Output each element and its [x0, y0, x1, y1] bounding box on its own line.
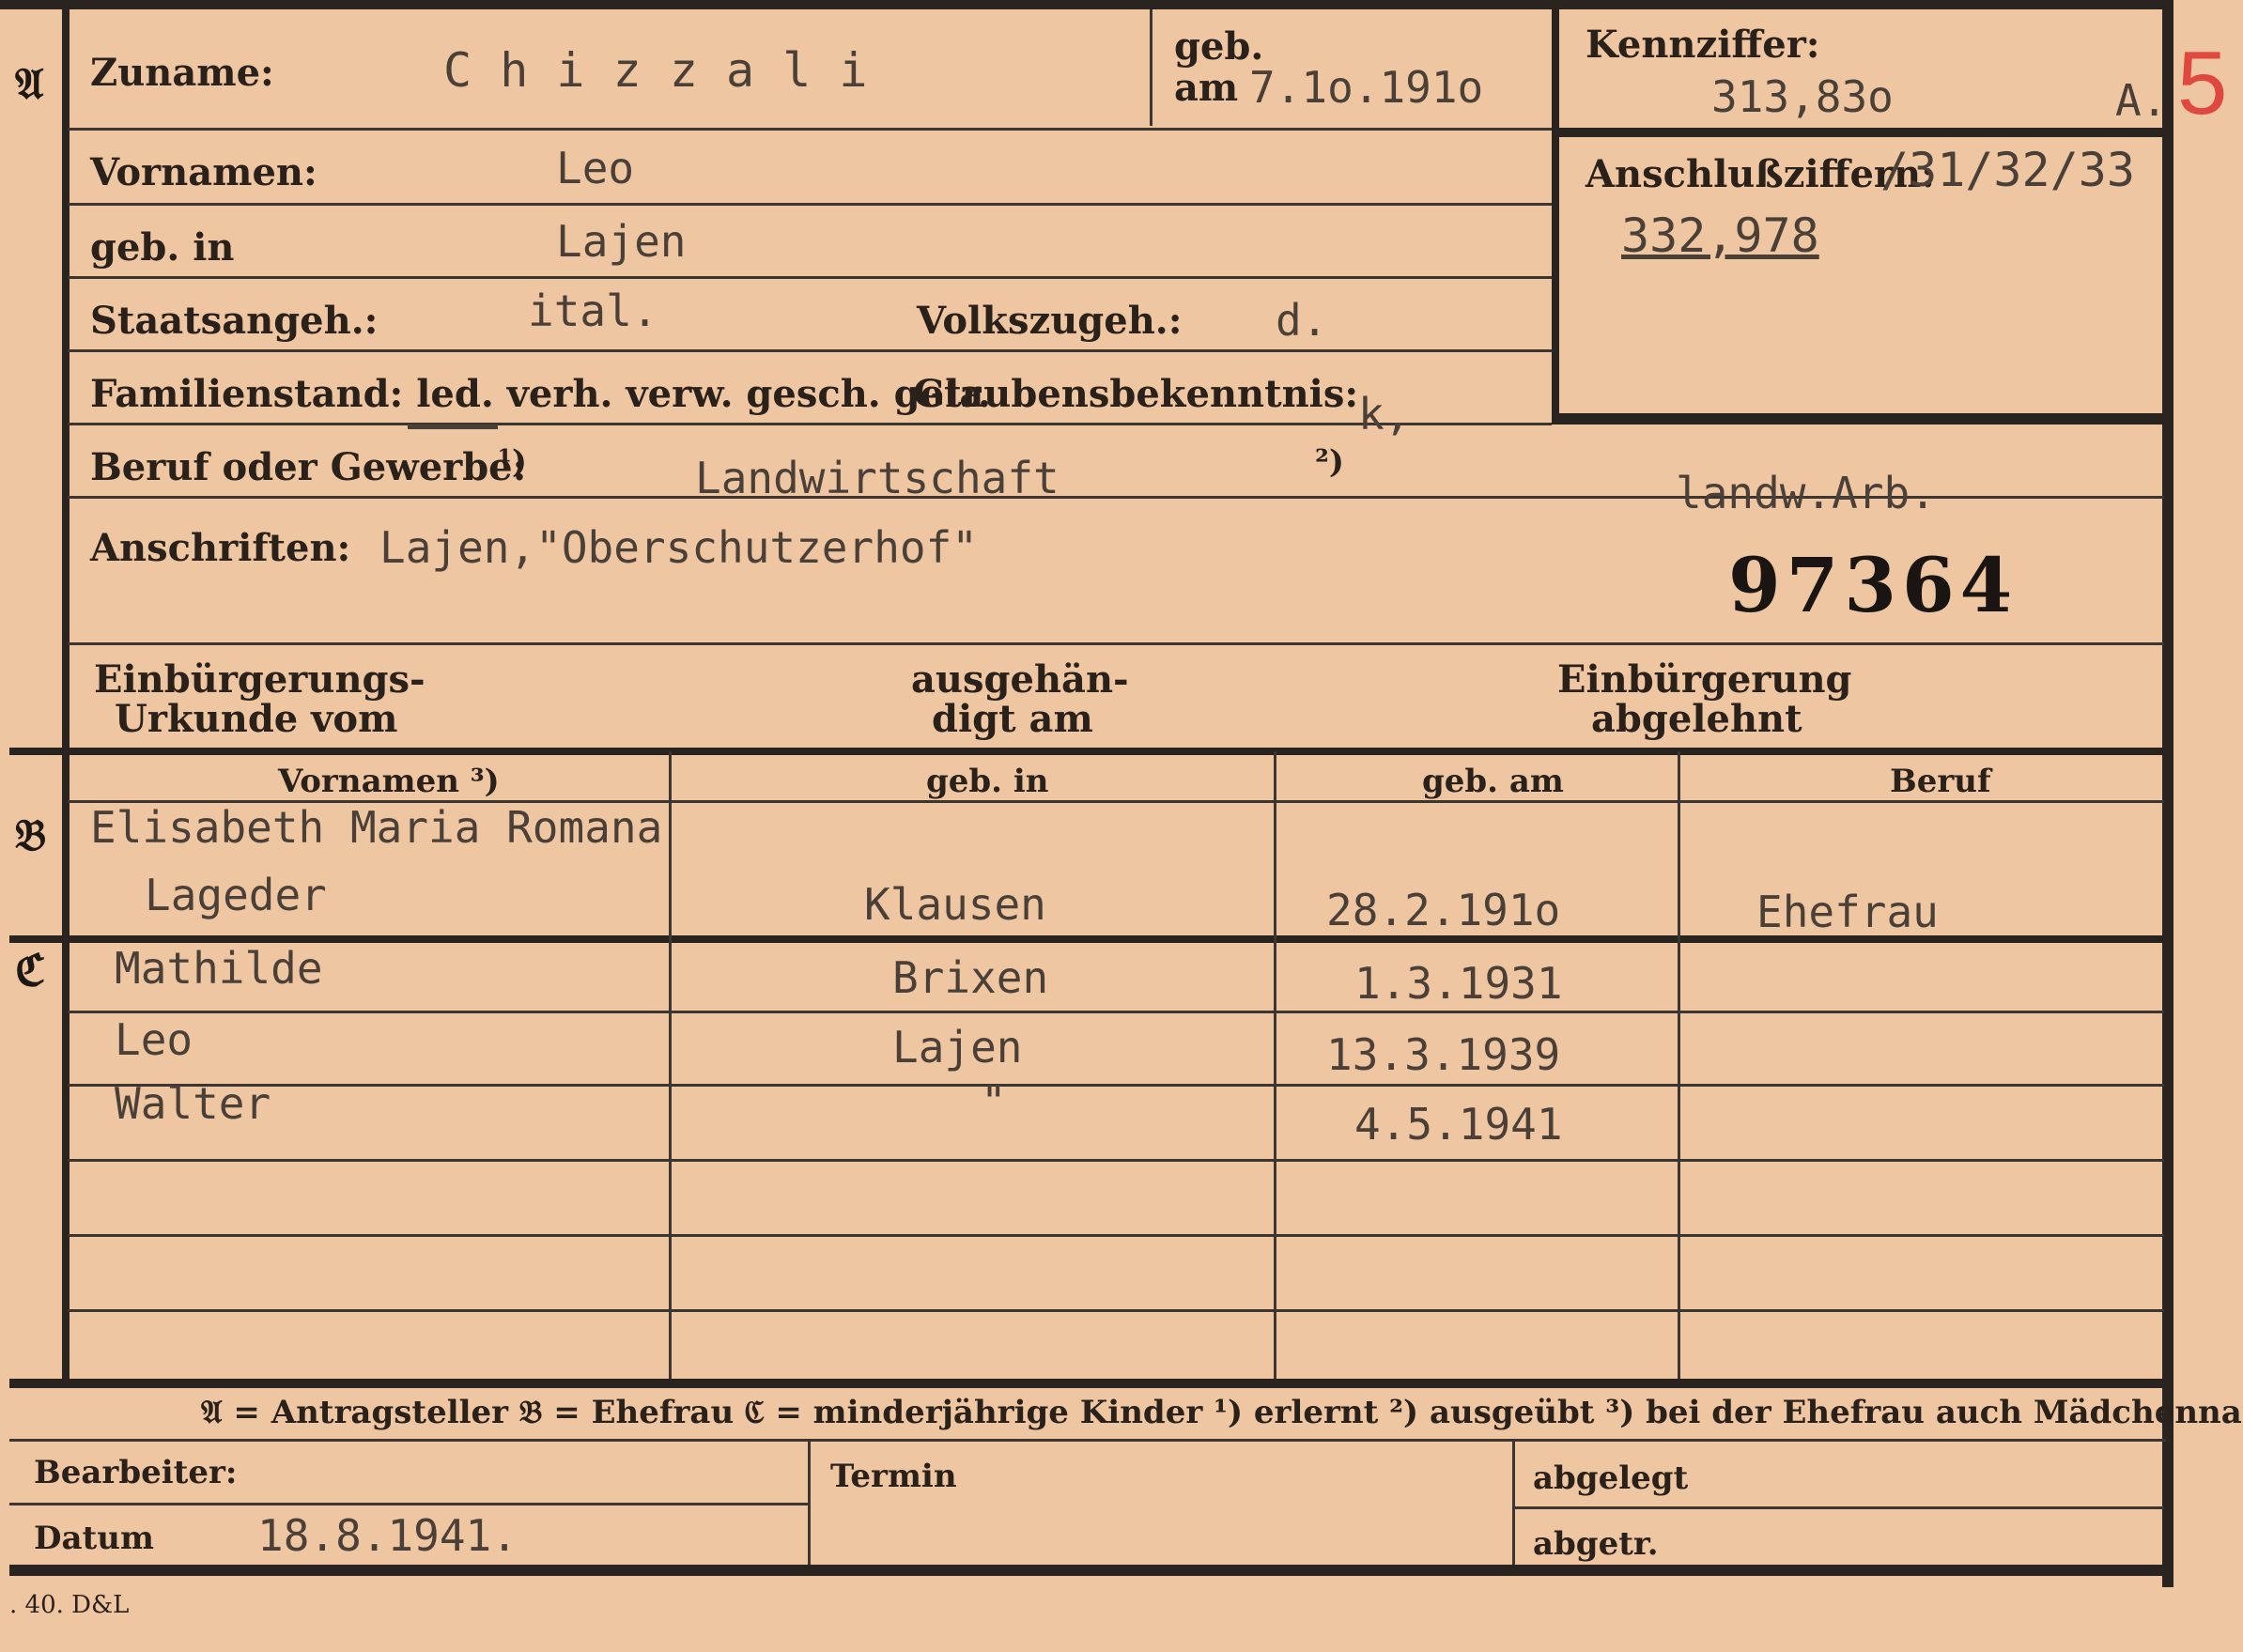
- red-mark: 5: [2177, 33, 2228, 133]
- child-line-1: [68, 1011, 2164, 1013]
- child-3-name: Walter: [115, 1078, 271, 1129]
- footer-col-2: [1512, 1441, 1515, 1567]
- glauben-label: Glaubensbekenntnis:: [913, 372, 1359, 416]
- ausg-label-2: digt am: [932, 697, 1093, 741]
- child-1-name: Mathilde: [115, 943, 323, 994]
- geb-divider: [1150, 9, 1152, 126]
- termin-label: Termin: [830, 1458, 957, 1495]
- footer-row-line-left: [9, 1503, 808, 1505]
- child-line-3: [68, 1159, 2164, 1162]
- row-line-2: [68, 203, 1552, 206]
- child-2-name: Leo: [115, 1014, 193, 1065]
- col-header-gebin: geb. in: [926, 763, 1049, 800]
- row-line-4: [68, 349, 1552, 352]
- zuname-label: Zuname:: [90, 51, 274, 95]
- anschluss-value: /31/32/33: [1880, 143, 2135, 197]
- kennziffer-box-mid: [1552, 128, 2164, 137]
- abgelehnt-label-1: Einbürgerung: [1557, 657, 1852, 702]
- right-border: [2162, 0, 2173, 1587]
- kennziffer-value: 313,83o: [1711, 71, 1894, 122]
- section-a-bottom: [9, 748, 2166, 755]
- abgetr-label: abgetr.: [1533, 1525, 1659, 1563]
- row-line-5: [68, 423, 1552, 425]
- col-header-beruf: Beruf: [1890, 763, 1991, 800]
- col-header-vornamen: Vornamen ³): [278, 763, 500, 800]
- row-line-3: [68, 276, 1552, 279]
- child-1-date: 1.3.1931: [1354, 958, 1563, 1009]
- table-col-1: [669, 751, 672, 1379]
- section-column-divider: [62, 0, 70, 1379]
- volks-value: d.: [1276, 295, 1328, 346]
- beruf-value: Landwirtschaft: [695, 453, 1060, 503]
- beruf-label: Beruf oder Gewerbe:: [90, 445, 527, 489]
- einb-label-1: Einbürgerungs-: [94, 657, 425, 702]
- note-2: ²): [1315, 443, 1344, 481]
- spouse-birthplace: Klausen: [864, 879, 1046, 930]
- gebin-label: geb. in: [90, 225, 235, 270]
- footer-bottom: [9, 1565, 2173, 1576]
- kennziffer-box-bottom: [1552, 413, 2164, 425]
- table-col-3: [1678, 751, 1680, 1379]
- note-1: ¹): [498, 443, 527, 481]
- anschluss-value-2: 332,978: [1621, 208, 1819, 263]
- row-line-7: [68, 642, 2164, 645]
- stamp-number: 97364: [1728, 541, 2019, 629]
- legend-text: 𝔄 = Antragsteller 𝔅 = Ehefrau ℭ = minder…: [201, 1394, 2243, 1431]
- birth-date-value: 7.1o.191o: [1249, 62, 1484, 113]
- staats-label: Staatsangeh.:: [90, 299, 379, 343]
- child-3-place: ": [981, 1076, 1007, 1127]
- spouse-occupation: Ehefrau: [1756, 887, 1939, 937]
- top-border: [0, 0, 2170, 9]
- section-c-letter: ℭ: [15, 945, 46, 996]
- kennziffer-label: Kennziffer:: [1586, 23, 1820, 67]
- einb-label-2: Urkunde vom: [115, 697, 398, 741]
- abgelehnt-label-2: abgelehnt: [1591, 697, 1802, 741]
- footer-row-line-right: [1514, 1506, 2164, 1509]
- child-3-date: 4.5.1941: [1354, 1099, 1563, 1150]
- section-b-letter: 𝔅: [15, 810, 47, 860]
- staats-value: ital.: [528, 286, 658, 336]
- row-line-1: [68, 128, 1552, 131]
- spouse-maiden-name: Lageder: [145, 870, 327, 920]
- kennziffer-suffix: A.: [2115, 75, 2168, 126]
- ausg-label-1: ausgehän-: [911, 657, 1129, 702]
- child-line-4: [68, 1234, 2164, 1237]
- col-header-gebam: geb. am: [1422, 763, 1564, 800]
- registration-card: 𝔄 𝔅 ℭ Zuname: C h i z z a l i geb. am 7.…: [0, 0, 2243, 1652]
- section-a-letter: 𝔄: [15, 58, 44, 109]
- footer-col-1: [808, 1441, 811, 1567]
- print-code: . 40. D&L: [9, 1591, 130, 1619]
- spouse-birthdate: 28.2.191o: [1326, 885, 1561, 935]
- kennziffer-box-left: [1552, 9, 1559, 423]
- datum-label: Datum: [34, 1520, 154, 1557]
- bearbeiter-label: Bearbeiter:: [34, 1454, 238, 1491]
- legend-bottom: [9, 1439, 2166, 1442]
- child-line-5: [68, 1309, 2164, 1312]
- child-line-2: [68, 1084, 2164, 1087]
- familien-label: Familienstand: led. verh. verw. gesch. g…: [90, 372, 991, 416]
- anschriften-value: Lajen,"Oberschutzerhof": [379, 522, 978, 573]
- am-label: am: [1174, 66, 1239, 110]
- glauben-value: k,: [1358, 389, 1411, 440]
- legend-top: [9, 1379, 2166, 1388]
- surname-value: C h i z z a l i: [443, 43, 868, 98]
- anschriften-label: Anschriften:: [90, 526, 351, 570]
- abgelegt-label: abgelegt: [1533, 1459, 1689, 1497]
- volks-label: Volkszugeh.:: [917, 299, 1183, 343]
- vornamen-label: Vornamen:: [90, 150, 317, 194]
- spouse-first-names: Elisabeth Maria Romana: [90, 802, 663, 853]
- child-2-place: Lajen: [892, 1022, 1023, 1073]
- vornamen-value: Leo: [556, 143, 635, 193]
- child-1-place: Brixen: [892, 952, 1049, 1003]
- beruf-value-2: landw.Arb.: [1676, 468, 1936, 518]
- datum-value: 18.8.1941.: [257, 1510, 518, 1561]
- gebin-value: Lajen: [556, 216, 687, 267]
- child-2-date: 13.3.1939: [1326, 1029, 1561, 1080]
- familien-verh-mark: [408, 425, 498, 429]
- table-col-2: [1274, 751, 1276, 1379]
